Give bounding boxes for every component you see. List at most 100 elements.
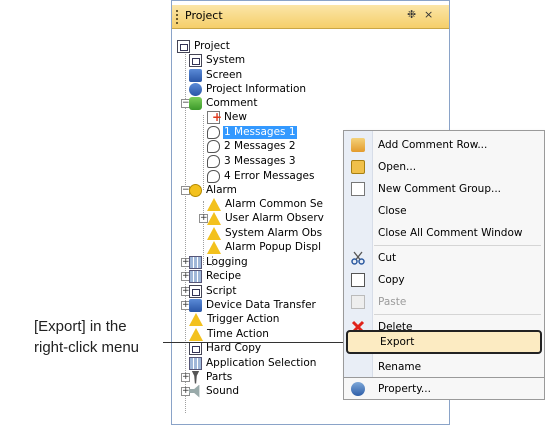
- sound-icon: [189, 384, 200, 398]
- tree-node-system[interactable]: System: [189, 53, 246, 67]
- tree-node-project-information[interactable]: Project Information: [189, 82, 307, 96]
- menu-item-label: Copy: [378, 274, 405, 286]
- tree-node-label: Sound: [206, 384, 240, 397]
- warning-icon: [207, 226, 221, 240]
- tree-node-label: Logging: [206, 255, 248, 268]
- tree-node-label: 1 Messages 1: [223, 125, 297, 139]
- menu-item-label: New Comment Group...: [378, 183, 502, 195]
- time-action-icon: [189, 327, 203, 341]
- tree-node-device-data-transfer[interactable]: Device Data Transfer: [189, 298, 317, 312]
- tree-node-alarm[interactable]: Alarm: [189, 183, 238, 197]
- menu-item-paste[interactable]: Paste: [344, 291, 544, 313]
- app-selection-icon: [189, 356, 202, 370]
- tree-node-messages-3[interactable]: 3 Messages 3: [207, 154, 297, 168]
- screen-icon: [189, 68, 202, 82]
- callout-line-1: [Export] in the: [34, 318, 127, 335]
- cut-icon: [351, 251, 365, 265]
- tree-node-label: Trigger Action: [207, 312, 280, 325]
- tree-node-label: Device Data Transfer: [206, 298, 316, 311]
- tree-node-alarm-popup[interactable]: Alarm Popup Displ: [207, 240, 322, 254]
- menu-item-rename[interactable]: Rename: [344, 356, 544, 378]
- tree-node-sound[interactable]: Sound: [189, 384, 240, 398]
- tree-node-label: Alarm Common Se: [225, 197, 323, 210]
- pin-icon[interactable]: ❉: [407, 8, 416, 21]
- menu-item-label: Rename: [378, 361, 422, 373]
- paste-icon: [351, 295, 365, 309]
- message-icon: [207, 125, 220, 139]
- menu-item-export[interactable]: Export: [346, 330, 542, 354]
- menu-item-label: Paste: [378, 296, 407, 308]
- tree-node-label: Project Information: [206, 82, 307, 95]
- parts-icon: [191, 370, 200, 384]
- menu-item-label: Property...: [378, 382, 431, 395]
- tree-node-logging[interactable]: Logging: [189, 255, 249, 269]
- menu-item-add-comment-row[interactable]: Add Comment Row...: [344, 134, 544, 156]
- tree-node-screen[interactable]: Screen: [189, 68, 243, 82]
- alarm-icon: [189, 183, 202, 197]
- tree-node-label: System: [206, 53, 246, 66]
- menu-item-label: Close All Comment Window: [378, 227, 523, 239]
- menu-item-close[interactable]: Close: [344, 200, 544, 222]
- property-icon: [351, 382, 365, 396]
- callout-pointer-line: [163, 342, 343, 343]
- project-icon: [177, 39, 190, 53]
- tree-node-trigger-action[interactable]: Trigger Action: [189, 312, 280, 326]
- panel-titlebar[interactable]: Project ❉ ×: [172, 5, 449, 29]
- info-icon: [189, 82, 202, 96]
- tree-node-label: Screen: [206, 68, 243, 81]
- warning-icon: [207, 240, 221, 254]
- grip-handle[interactable]: [176, 10, 178, 24]
- menu-item-copy[interactable]: Copy: [344, 269, 544, 291]
- tree-node-label: User Alarm Observ: [225, 211, 324, 224]
- tree-node-parts[interactable]: Parts: [189, 370, 233, 384]
- message-icon: [207, 139, 220, 153]
- tree-node-script[interactable]: Script: [189, 284, 237, 298]
- menu-item-open[interactable]: Open...: [344, 156, 544, 178]
- tree-node-label: New: [224, 110, 247, 123]
- tree-node-label: 4 Error Messages: [224, 169, 315, 182]
- context-menu: Add Comment Row... Open... New Comment G…: [343, 130, 545, 378]
- menu-item-label: Cut: [378, 252, 397, 264]
- tree-node-recipe[interactable]: Recipe: [189, 269, 242, 283]
- recipe-icon: [189, 269, 202, 283]
- script-icon: [189, 284, 202, 298]
- menu-item-label: Export: [380, 336, 415, 348]
- logging-icon: [189, 255, 202, 269]
- warning-icon: [207, 211, 221, 225]
- tree-node-comment[interactable]: Comment: [189, 96, 258, 110]
- menu-item-label: Close: [378, 205, 407, 217]
- tree-node-label: Alarm Popup Displ: [225, 240, 321, 253]
- menu-item-property[interactable]: Property...: [343, 378, 545, 400]
- tree-node-messages-1[interactable]: 1 Messages 1: [207, 125, 297, 139]
- add-row-icon: [351, 138, 365, 152]
- tree-node-label: System Alarm Obs: [225, 226, 323, 239]
- tree-node-error-messages[interactable]: 4 Error Messages: [207, 169, 315, 183]
- tree-node-hard-copy[interactable]: Hard Copy: [189, 341, 262, 355]
- menu-separator: [374, 245, 541, 246]
- tree-node-label: Project: [194, 39, 230, 52]
- tree-node-project[interactable]: Project: [177, 39, 231, 53]
- tree-node-label: Hard Copy: [206, 341, 262, 354]
- open-icon: [351, 160, 365, 174]
- tree-node-new[interactable]: New: [207, 110, 248, 124]
- device-transfer-icon: [189, 298, 202, 312]
- menu-item-new-comment-group[interactable]: New Comment Group...: [344, 178, 544, 200]
- message-icon: [207, 169, 220, 183]
- menu-item-cut[interactable]: Cut: [344, 247, 544, 269]
- tree-node-label: 3 Messages 3: [224, 154, 296, 167]
- new-group-icon: [351, 182, 365, 196]
- panel-title: Project: [185, 9, 223, 22]
- tree-node-application-selection[interactable]: Application Selection: [189, 356, 317, 370]
- tree-node-label: Parts: [206, 370, 233, 383]
- tree-node-messages-2[interactable]: 2 Messages 2: [207, 139, 297, 153]
- tree-node-system-alarm[interactable]: System Alarm Obs: [207, 226, 323, 240]
- close-icon[interactable]: ×: [424, 8, 433, 21]
- tree-node-label: Application Selection: [206, 356, 317, 369]
- tree-node-user-alarm[interactable]: User Alarm Observ: [207, 211, 325, 225]
- message-icon: [207, 154, 220, 168]
- menu-item-close-all[interactable]: Close All Comment Window: [344, 222, 544, 244]
- callout-line-2: right-click menu: [34, 339, 140, 356]
- tree-node-label: Alarm: [206, 183, 237, 196]
- tree-node-alarm-common[interactable]: Alarm Common Se: [207, 197, 324, 211]
- tree-node-time-action[interactable]: Time Action: [189, 327, 270, 341]
